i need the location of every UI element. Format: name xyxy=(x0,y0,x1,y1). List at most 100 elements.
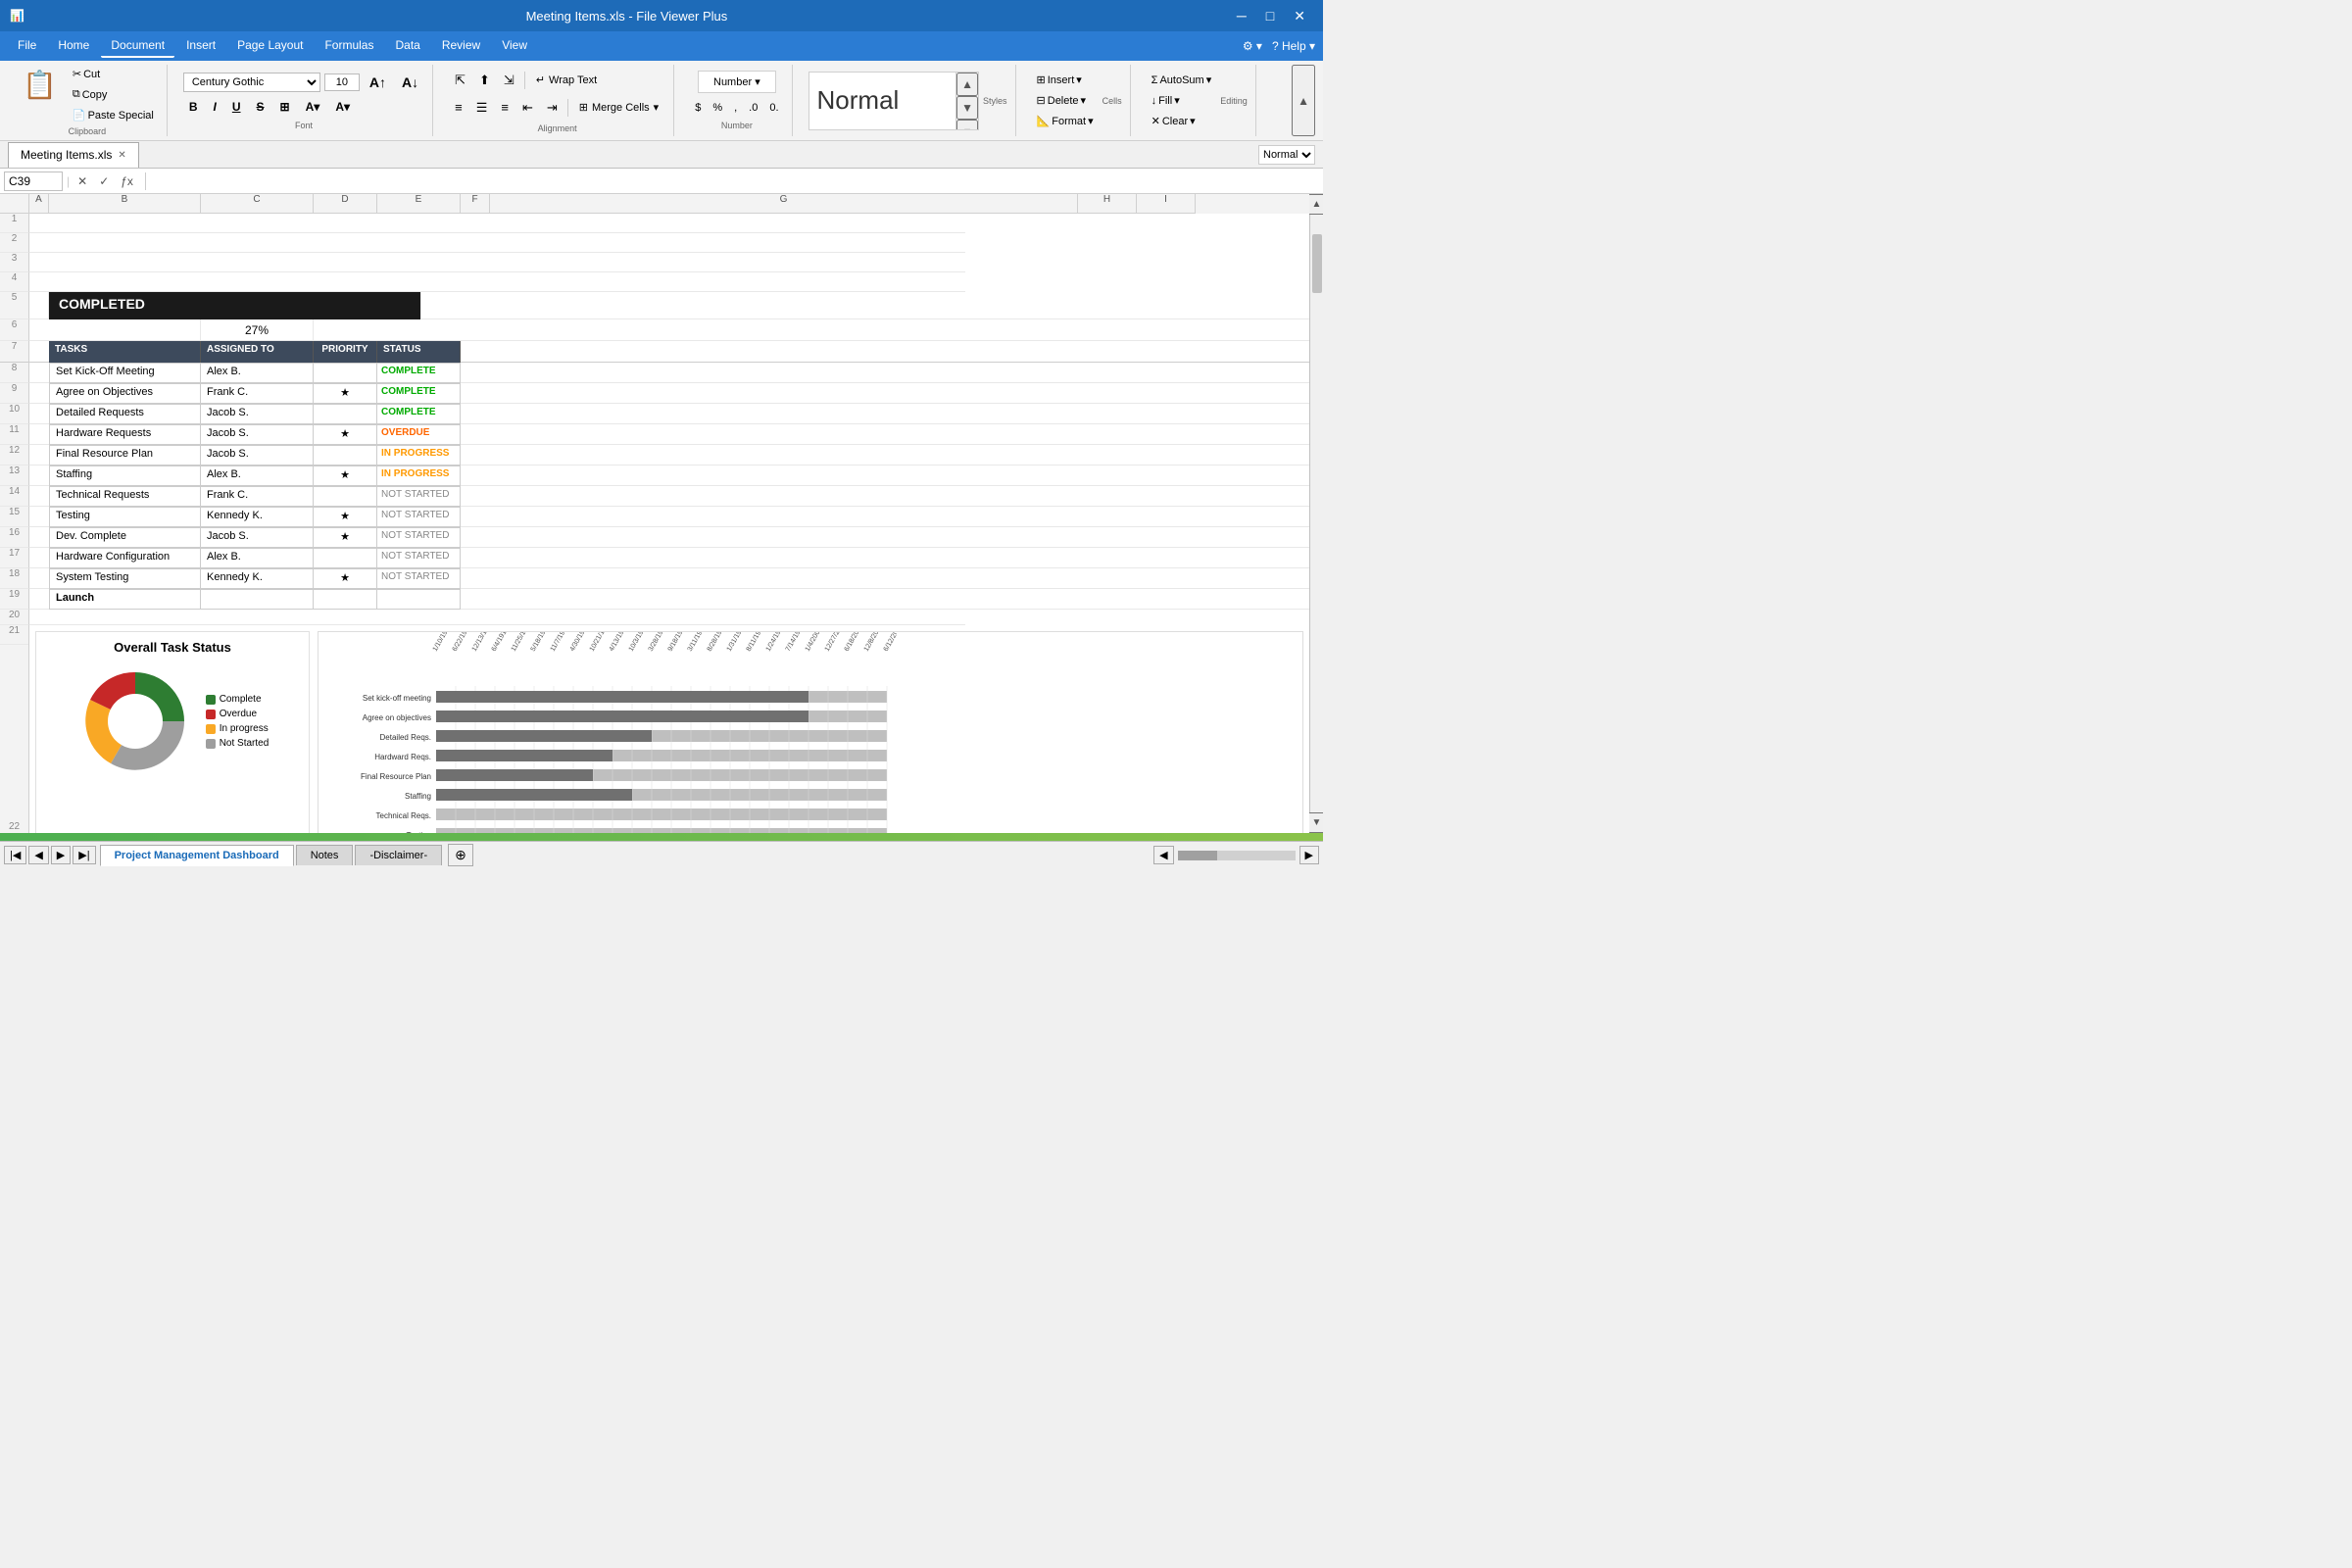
decimal-decrease[interactable]: 0. xyxy=(764,99,783,117)
settings-icon[interactable]: ⚙ ▾ xyxy=(1243,39,1262,53)
col-header-c[interactable]: C xyxy=(201,194,314,214)
cancel-formula-button[interactable]: ✕ xyxy=(74,172,91,190)
close-button[interactable]: ✕ xyxy=(1286,4,1313,28)
underline-button[interactable]: U xyxy=(226,97,247,117)
scroll-right-button[interactable]: ▶ xyxy=(1299,846,1319,864)
insert-function-button[interactable]: ƒx xyxy=(117,172,137,190)
merge-cells-button[interactable]: ⊞ Merge Cells ▾ xyxy=(572,97,665,118)
sheet-tab-dashboard[interactable]: Project Management Dashboard xyxy=(100,845,294,866)
border-button[interactable]: ⊞ xyxy=(274,97,296,117)
strikethrough-button[interactable]: S xyxy=(251,97,270,117)
col-header-d[interactable]: D xyxy=(314,194,377,214)
sheet-tab-disclaimer[interactable]: -Disclaimer- xyxy=(355,845,442,865)
prev-sheet-button[interactable]: ◀ xyxy=(28,846,48,864)
align-center[interactable]: ☰ xyxy=(470,96,494,120)
merge-dropdown[interactable]: ▾ xyxy=(654,101,660,114)
scroll-up-button[interactable]: ▲ xyxy=(1307,194,1323,215)
menu-data[interactable]: Data xyxy=(385,34,429,58)
file-tab[interactable]: Meeting Items.xls ✕ xyxy=(8,142,139,168)
formula-input[interactable] xyxy=(154,172,1319,190)
row-num-1: 1 xyxy=(0,214,29,233)
col-header-e[interactable]: E xyxy=(377,194,461,214)
menu-page-layout[interactable]: Page Layout xyxy=(227,34,313,58)
cell-reference-input[interactable]: C39 xyxy=(4,172,63,191)
task-priority-19 xyxy=(314,589,377,610)
paste-button[interactable]: 📋 xyxy=(16,65,64,120)
fill-color-button[interactable]: A▾ xyxy=(300,97,326,117)
menu-view[interactable]: View xyxy=(492,34,537,58)
menu-formulas[interactable]: Formulas xyxy=(315,34,383,58)
menu-insert[interactable]: Insert xyxy=(176,34,225,58)
style-expand[interactable]: ▾ xyxy=(956,120,978,130)
bold-button[interactable]: B xyxy=(183,97,204,117)
autosum-button[interactable]: Σ AutoSum ▾ xyxy=(1147,71,1217,89)
font-size-input[interactable] xyxy=(324,74,360,91)
last-sheet-button[interactable]: ▶| xyxy=(73,846,95,864)
align-top-center[interactable]: ⬆ xyxy=(473,69,496,92)
col-header-g[interactable]: G xyxy=(490,194,1078,214)
grid-wrapper[interactable]: A B C D E F G H I 1 2 3 4 5 COMPLETED xyxy=(0,194,1309,833)
col-header-i[interactable]: I xyxy=(1137,194,1196,214)
h-scrollbar-thumb[interactable] xyxy=(1178,851,1217,860)
h-scrollbar-track[interactable] xyxy=(1178,851,1296,860)
svg-text:12/8/2031: 12/8/2031 xyxy=(863,632,885,653)
col-header-b[interactable]: B xyxy=(49,194,201,214)
font-name-select[interactable]: Century Gothic xyxy=(183,73,320,92)
menu-document[interactable]: Document xyxy=(101,34,174,58)
confirm-formula-button[interactable]: ✓ xyxy=(95,172,113,190)
font-size-decrease[interactable]: A↓ xyxy=(396,72,424,93)
fill-button[interactable]: ↓ Fill ▾ xyxy=(1147,91,1217,110)
scroll-thumb[interactable] xyxy=(1312,234,1322,293)
menu-file[interactable]: File xyxy=(8,34,46,58)
indent-decrease[interactable]: ⇤ xyxy=(516,96,539,120)
paste-special-button[interactable]: 📄 Paste Special xyxy=(68,106,159,124)
col-header-f[interactable]: F xyxy=(461,194,490,214)
menu-review[interactable]: Review xyxy=(432,34,490,58)
task-name-8: Set Kick-Off Meeting xyxy=(49,363,201,383)
scroll-left-button[interactable]: ◀ xyxy=(1153,846,1173,864)
wrap-text-button[interactable]: ↵ Wrap Text xyxy=(529,70,604,90)
delete-icon: ⊟ xyxy=(1037,94,1046,107)
col-header-h[interactable]: H xyxy=(1078,194,1137,214)
cut-button[interactable]: ✂ Cut xyxy=(68,65,159,83)
task-priority-17 xyxy=(314,548,377,568)
help-menu[interactable]: ? Help ▾ xyxy=(1272,39,1315,53)
scroll-down-button[interactable]: ▼ xyxy=(1307,812,1323,833)
italic-button[interactable]: I xyxy=(208,97,222,117)
minimize-button[interactable]: ─ xyxy=(1229,4,1254,28)
vertical-scrollbar[interactable]: ▲ ▼ xyxy=(1309,194,1323,833)
delete-button[interactable]: ⊟ Delete ▾ xyxy=(1032,91,1099,110)
comma-button[interactable]: , xyxy=(729,99,742,117)
indent-increase[interactable]: ⇥ xyxy=(541,96,564,120)
clear-button[interactable]: ✕ Clear ▾ xyxy=(1147,112,1217,130)
align-left[interactable]: ≡ xyxy=(449,96,468,119)
number-format-dropdown[interactable]: ▾ xyxy=(755,76,760,88)
align-top-left[interactable]: ⇱ xyxy=(449,69,471,92)
legend-overdue-label: Overdue xyxy=(220,709,257,719)
align-right[interactable]: ≡ xyxy=(495,96,514,119)
insert-button[interactable]: ⊞ Insert ▾ xyxy=(1032,71,1099,89)
view-selector[interactable]: Normal xyxy=(1258,145,1315,165)
copy-button[interactable]: ⧉ Copy xyxy=(68,85,159,104)
col-header-a[interactable]: A xyxy=(29,194,49,214)
spreadsheet-area: A B C D E F G H I 1 2 3 4 5 COMPLETED xyxy=(0,194,1323,833)
font-size-increase[interactable]: A↑ xyxy=(364,72,392,93)
percent-button[interactable]: % xyxy=(708,99,727,117)
tab-close-button[interactable]: ✕ xyxy=(118,150,125,161)
add-sheet-button[interactable]: ⊕ xyxy=(448,844,473,866)
style-scroll-up[interactable]: ▲ xyxy=(956,73,978,96)
currency-button[interactable]: $ xyxy=(690,99,706,117)
menu-home[interactable]: Home xyxy=(48,34,99,58)
maximize-button[interactable]: □ xyxy=(1258,4,1282,28)
font-color-button[interactable]: A▾ xyxy=(329,97,356,117)
sheet-tab-notes[interactable]: Notes xyxy=(296,845,354,865)
next-sheet-button[interactable]: ▶ xyxy=(51,846,71,864)
first-sheet-button[interactable]: |◀ xyxy=(4,846,26,864)
decimal-increase[interactable]: .0 xyxy=(744,99,762,117)
horizontal-scroll[interactable]: ◀ ▶ xyxy=(1153,846,1319,864)
bottom-bar: |◀ ◀ ▶ ▶| Project Management Dashboard N… xyxy=(0,841,1323,868)
align-top-right[interactable]: ⇲ xyxy=(498,69,520,92)
style-scroll-down[interactable]: ▼ xyxy=(956,96,978,120)
ribbon-collapse-button[interactable]: ▲ xyxy=(1292,65,1315,136)
format-button[interactable]: 📐 Format ▾ xyxy=(1032,112,1099,130)
